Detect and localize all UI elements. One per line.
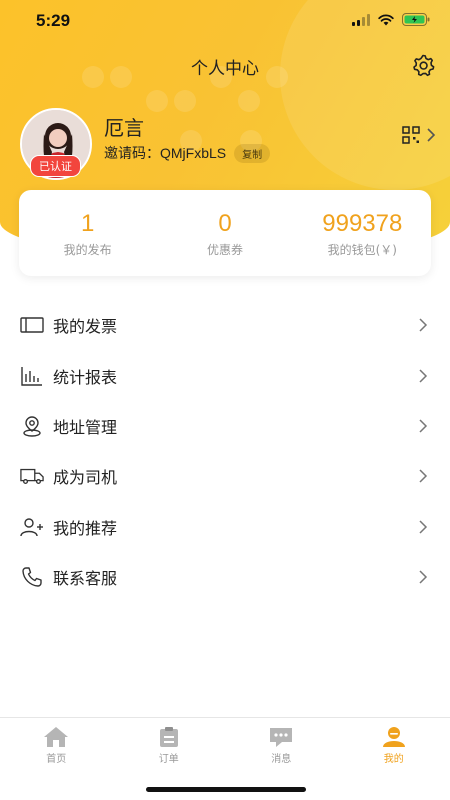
signal-icon bbox=[352, 13, 370, 26]
menu-item-invoices[interactable]: 我的发票 bbox=[0, 300, 450, 350]
stat-label: 我的钱包(￥) bbox=[327, 243, 397, 257]
tab-home[interactable]: 首页 bbox=[0, 718, 113, 800]
stats-card: 1 我的发布 0 优惠券 999378 我的钱包(￥) bbox=[19, 190, 431, 276]
truck-icon bbox=[20, 464, 44, 488]
tab-mine[interactable]: 我的 bbox=[338, 718, 450, 800]
menu-item-label: 成为司机 bbox=[53, 468, 118, 488]
stat-wallet[interactable]: 999378 我的钱包(￥) bbox=[294, 190, 431, 276]
stat-publish[interactable]: 1 我的发布 bbox=[19, 190, 156, 276]
tab-label: 消息 bbox=[271, 754, 292, 765]
stat-value: 0 bbox=[218, 210, 232, 237]
invoice-icon bbox=[20, 313, 44, 337]
user-name: 厄言 bbox=[104, 116, 144, 140]
invite-code-value: QMjFxbLS bbox=[160, 145, 227, 161]
status-icons bbox=[352, 13, 430, 26]
chevron-right-icon bbox=[419, 570, 428, 584]
chart-icon bbox=[20, 364, 44, 388]
clipboard-icon bbox=[159, 727, 178, 747]
add-user-icon bbox=[20, 515, 44, 539]
status-bar: 5:29 bbox=[0, 0, 450, 44]
menu-item-referrals[interactable]: 我的推荐 bbox=[0, 502, 450, 552]
menu-item-label: 地址管理 bbox=[53, 417, 118, 437]
chevron-right-icon bbox=[419, 419, 428, 433]
menu-item-label: 我的发票 bbox=[53, 317, 118, 337]
page-title: 个人中心 bbox=[191, 59, 259, 79]
gear-icon bbox=[413, 54, 435, 77]
menu-item-label: 统计报表 bbox=[53, 367, 118, 387]
tab-label: 订单 bbox=[158, 754, 179, 765]
tab-label: 首页 bbox=[46, 754, 67, 765]
menu-item-label: 我的推荐 bbox=[53, 518, 118, 538]
chevron-right-icon bbox=[419, 469, 428, 483]
chevron-right-icon bbox=[427, 128, 436, 142]
copy-button[interactable]: 复制 bbox=[234, 143, 271, 163]
stat-value: 999378 bbox=[322, 210, 403, 237]
menu-list: 我的发票 统计报表 地址管理 成为司机 我的推荐 联系客服 bbox=[0, 300, 450, 602]
stat-label: 优惠券 bbox=[206, 243, 243, 257]
status-time: 5:29 bbox=[36, 11, 71, 30]
qr-code-button[interactable] bbox=[402, 126, 436, 144]
profile-section: 已认证 厄言 邀请码： QMjFxbLS 复制 bbox=[20, 108, 436, 180]
menu-item-reports[interactable]: 统计报表 bbox=[0, 350, 450, 400]
invite-code-label: 邀请码： bbox=[104, 146, 160, 162]
phone-icon bbox=[20, 565, 44, 589]
location-icon bbox=[20, 414, 44, 438]
verified-badge: 已认证 bbox=[30, 155, 81, 177]
settings-button[interactable] bbox=[410, 52, 436, 78]
stat-label: 我的发布 bbox=[63, 243, 112, 257]
menu-item-label: 联系客服 bbox=[53, 569, 118, 589]
qr-code-icon bbox=[402, 126, 420, 144]
chevron-right-icon bbox=[419, 369, 428, 383]
home-icon bbox=[44, 727, 69, 747]
menu-item-customer-service[interactable]: 联系客服 bbox=[0, 552, 450, 602]
menu-item-become-driver[interactable]: 成为司机 bbox=[0, 451, 450, 501]
invite-code-row: 邀请码： QMjFxbLS 复制 bbox=[104, 143, 271, 163]
tab-label: 我的 bbox=[383, 754, 404, 765]
chevron-right-icon bbox=[419, 520, 428, 534]
menu-item-addresses[interactable]: 地址管理 bbox=[0, 401, 450, 451]
stat-value: 1 bbox=[80, 210, 95, 237]
user-icon bbox=[382, 727, 405, 747]
message-icon bbox=[270, 728, 293, 747]
chevron-right-icon bbox=[419, 318, 428, 332]
wifi-icon bbox=[378, 13, 394, 25]
battery-icon bbox=[402, 13, 430, 26]
home-indicator bbox=[146, 787, 306, 792]
stat-coupons[interactable]: 0 优惠券 bbox=[156, 190, 293, 276]
